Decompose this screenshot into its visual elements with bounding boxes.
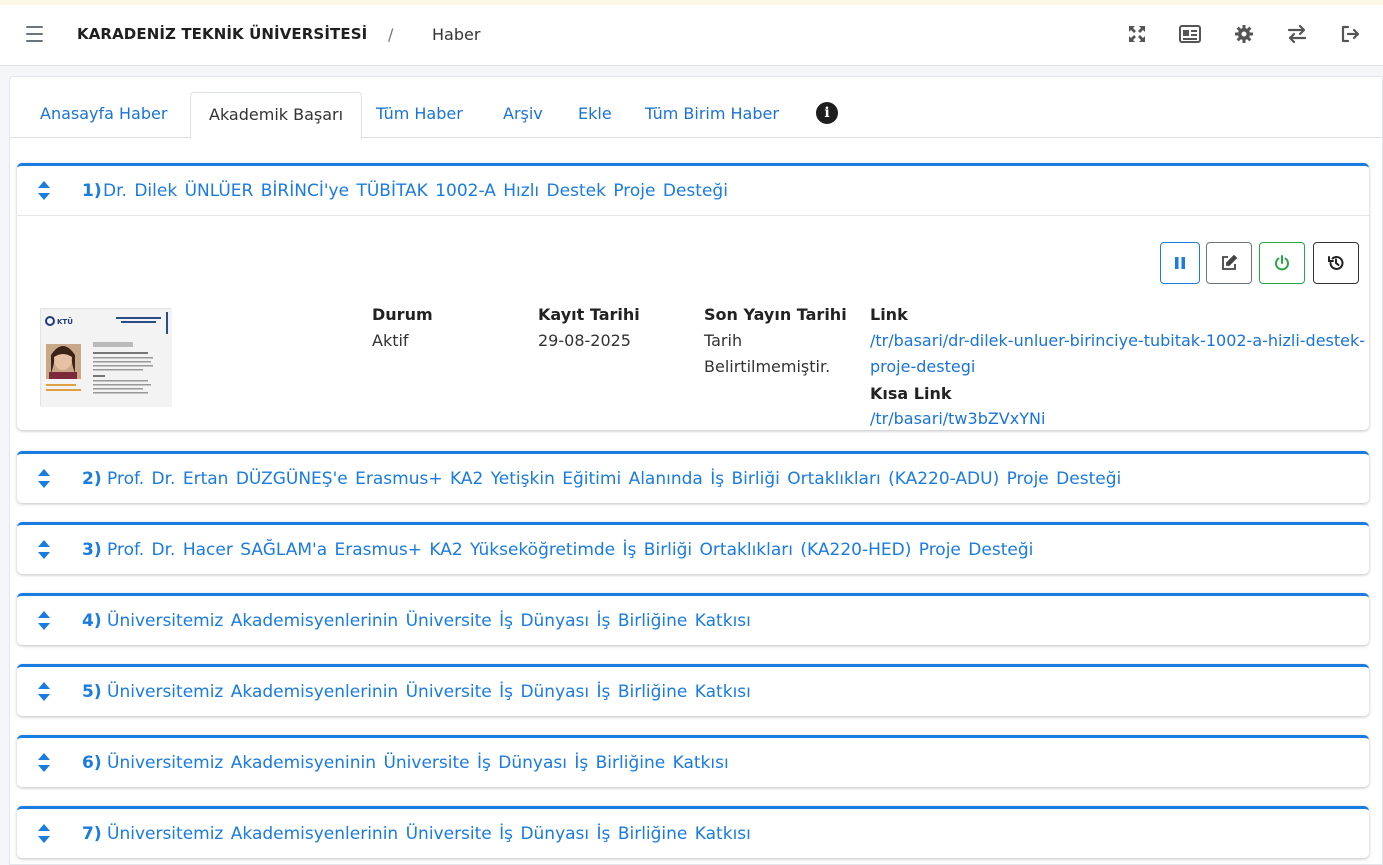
son-yayin-tarihi-label: Son Yayın Tarihi: [704, 305, 847, 324]
news-item-header[interactable]: 3) Prof. Dr. Hacer SAĞLAM'a Erasmus+ KA2…: [17, 525, 1369, 574]
son-yayin-tarihi-value: Tarih: [704, 331, 743, 350]
logout-icon[interactable]: [1339, 23, 1361, 45]
info-icon[interactable]: i: [816, 102, 838, 124]
tab-tum-birim-haber[interactable]: Tüm Birim Haber: [627, 92, 797, 138]
news-item-title[interactable]: Üniversitemiz Akademisyenlerinin Ünivers…: [107, 682, 751, 702]
news-item-number: 3): [82, 540, 102, 560]
brand-title: KARADENİZ TEKNİK ÜNİVERSİTESİ: [77, 25, 368, 43]
son-yayin-tarihi-value-cont: Belirtilmemiştir.: [704, 357, 831, 376]
tab-tum-haber[interactable]: Tüm Haber: [358, 92, 481, 138]
history-icon: [1328, 255, 1344, 270]
link-label: Link: [870, 305, 908, 324]
news-link-cont[interactable]: proje-destegi: [870, 354, 975, 380]
power-button[interactable]: [1259, 242, 1305, 284]
news-item-3: 3) Prof. Dr. Hacer SAĞLAM'a Erasmus+ KA2…: [17, 522, 1369, 574]
tab-arsiv[interactable]: Arşiv: [485, 92, 561, 138]
news-link[interactable]: /tr/basari/dr-dilek-unluer-birinciye-tub…: [870, 328, 1365, 354]
news-item-title[interactable]: Üniversitemiz Akademisyeninin Üniversite…: [107, 753, 729, 773]
edit-icon: [1222, 254, 1238, 270]
news-item-number: 2): [82, 469, 102, 489]
top-navbar: KARADENİZ TEKNİK ÜNİVERSİTESİ / Haber: [0, 5, 1383, 66]
news-item-details: KTÜ Durum Aktif Kayıt Tarihi 29-08-2025 …: [17, 215, 1369, 430]
power-icon: [1275, 255, 1289, 271]
news-item-number: 4): [82, 611, 102, 631]
news-item-1: 1) Dr. Dilek ÜNLÜER BİRİNCİ'ye TÜBİTAK 1…: [17, 163, 1369, 430]
kisa-link-label: Kısa Link: [870, 384, 952, 403]
tab-akademik-basari[interactable]: Akademik Başarı: [190, 92, 363, 139]
sort-arrows-icon: [38, 824, 50, 843]
news-item-number: 1): [82, 181, 102, 201]
news-item-7: 7) Üniversitemiz Akademisyenlerinin Üniv…: [17, 806, 1369, 858]
durum-value: Aktif: [372, 331, 409, 350]
sort-arrows-icon: [38, 469, 50, 488]
news-tabs: Anasayfa Haber Akademik Başarı Tüm Haber…: [10, 92, 1383, 139]
edit-button[interactable]: [1206, 242, 1252, 284]
breadcrumb-separator: /: [388, 25, 394, 44]
sort-arrows-icon: [38, 611, 50, 630]
pause-icon: [1175, 257, 1185, 269]
news-item-header[interactable]: 2) Prof. Dr. Ertan DÜZGÜNEŞ'e Erasmus+ K…: [17, 454, 1369, 503]
news-item-number: 5): [82, 682, 102, 702]
tab-ekle[interactable]: Ekle: [560, 92, 630, 138]
menu-toggle-icon[interactable]: [26, 26, 43, 42]
kayit-tarihi-label: Kayıt Tarihi: [538, 305, 640, 324]
news-item-title[interactable]: Prof. Dr. Ertan DÜZGÜNEŞ'e Erasmus+ KA2 …: [107, 469, 1121, 489]
gear-icon[interactable]: [1233, 23, 1255, 45]
news-item-title[interactable]: Prof. Dr. Hacer SAĞLAM'a Erasmus+ KA2 Yü…: [107, 540, 1033, 560]
news-item-4: 4) Üniversitemiz Akademisyenlerinin Üniv…: [17, 593, 1369, 645]
news-item-header[interactable]: 6) Üniversitemiz Akademisyeninin Ünivers…: [17, 738, 1369, 787]
news-item-header[interactable]: 1) Dr. Dilek ÜNLÜER BİRİNCİ'ye TÜBİTAK 1…: [17, 166, 1369, 215]
news-item-title[interactable]: Dr. Dilek ÜNLÜER BİRİNCİ'ye TÜBİTAK 1002…: [103, 181, 728, 201]
pause-button[interactable]: [1160, 242, 1200, 284]
fullscreen-icon[interactable]: [1126, 23, 1148, 45]
news-item-number: 6): [82, 753, 102, 773]
durum-label: Durum: [372, 305, 433, 324]
history-button[interactable]: [1313, 242, 1359, 284]
sort-arrows-icon: [38, 540, 50, 559]
sort-arrows-icon: [38, 682, 50, 701]
news-thumbnail[interactable]: KTÜ: [40, 308, 172, 407]
news-item-5: 5) Üniversitemiz Akademisyenlerinin Üniv…: [17, 664, 1369, 716]
news-card: Anasayfa Haber Akademik Başarı Tüm Haber…: [9, 76, 1383, 865]
switch-arrows-icon[interactable]: [1286, 23, 1308, 45]
news-item-header[interactable]: 7) Üniversitemiz Akademisyenlerinin Üniv…: [17, 809, 1369, 858]
news-item-title[interactable]: Üniversitemiz Akademisyenlerinin Ünivers…: [107, 824, 751, 844]
breadcrumb-current[interactable]: Haber: [432, 25, 480, 44]
thumb-logo-text: KTÜ: [57, 317, 73, 326]
news-item-header[interactable]: 5) Üniversitemiz Akademisyenlerinin Üniv…: [17, 667, 1369, 716]
kayit-tarihi-value: 29-08-2025: [538, 331, 631, 350]
sort-arrows-icon: [38, 181, 50, 200]
sort-arrows-icon: [38, 753, 50, 772]
news-item-number: 7): [82, 824, 102, 844]
short-link[interactable]: /tr/basari/tw3bZVxYNi: [870, 406, 1045, 432]
id-card-icon[interactable]: [1179, 23, 1201, 45]
news-item-6: 6) Üniversitemiz Akademisyeninin Ünivers…: [17, 735, 1369, 787]
news-item-header[interactable]: 4) Üniversitemiz Akademisyenlerinin Üniv…: [17, 596, 1369, 645]
news-item-title[interactable]: Üniversitemiz Akademisyenlerinin Ünivers…: [107, 611, 751, 631]
tab-anasayfa-haber[interactable]: Anasayfa Haber: [22, 92, 185, 138]
news-item-2: 2) Prof. Dr. Ertan DÜZGÜNEŞ'e Erasmus+ K…: [17, 451, 1369, 503]
